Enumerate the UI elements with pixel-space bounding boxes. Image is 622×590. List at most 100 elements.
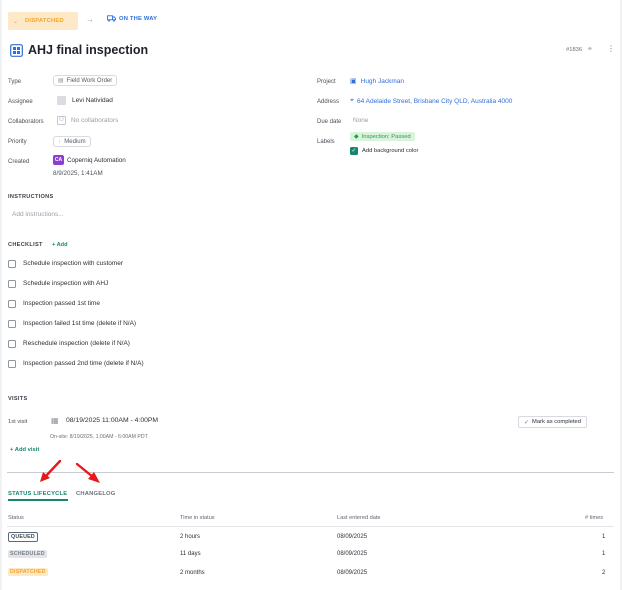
column-header-times: # times [585, 515, 604, 521]
mark-completed-button[interactable]: ✓ Mark as completed [518, 416, 588, 428]
checklist-item: Inspection passed 1st time [23, 300, 100, 307]
priority-chip[interactable]: ↑ Medium [53, 136, 91, 147]
checked-checkbox[interactable]: ✓ [350, 147, 358, 155]
time-in-status: 11 days [180, 551, 201, 557]
due-date-value[interactable]: None [353, 117, 369, 124]
status-badge: SCHEDULED [8, 550, 47, 558]
labels-label: Labels [317, 139, 335, 145]
checklist-heading: CHECKLIST [8, 242, 43, 248]
arrow-right-icon: → [86, 15, 94, 24]
checklist-checkbox[interactable] [8, 260, 16, 268]
check-icon: ✓ [524, 419, 530, 426]
project-link[interactable]: ▣ Hugh Jackman [350, 77, 404, 86]
created-avatar: CA [53, 155, 64, 165]
label-tag-text: Inspection: Passed [361, 133, 411, 140]
priority-value: Medium [64, 138, 86, 145]
visit-onsite: On-site: 8/19/2025, 1:00AM - 6:00AM PDT [50, 434, 148, 440]
checklist-item: Inspection passed 2nd time (delete if N/… [23, 360, 144, 367]
checklist-checkbox[interactable] [8, 280, 16, 288]
tag-icon: ◆ [354, 134, 359, 140]
avatar [57, 96, 66, 105]
status-badge: DISPATCHED [8, 568, 48, 576]
times-count: 2 [602, 570, 606, 576]
checklist-item: Inspection failed 1st time (delete if N/… [23, 320, 137, 327]
current-status: DISPATCHED [25, 18, 64, 24]
checklist-checkbox[interactable] [8, 320, 16, 328]
instructions-input[interactable]: Add instructions... [12, 211, 64, 218]
last-entered-date: 08/09/2025 [337, 534, 368, 540]
checklist-checkbox[interactable] [8, 360, 16, 368]
created-label: Created [8, 159, 30, 165]
briefcase-icon: ▣ [350, 78, 357, 85]
annotation-arrow-icon [76, 463, 100, 483]
checklist-item: Schedule inspection with customer [23, 260, 124, 267]
checklist-item: Schedule inspection with AHJ [23, 280, 109, 287]
table-row [7, 530, 614, 544]
priority-label: Priority [8, 139, 27, 145]
visit-datetime[interactable]: 08/19/2025 11:00AM - 4:00PM [66, 417, 158, 424]
link-icon[interactable]: ⚭ [587, 45, 593, 53]
time-in-status: 2 hours [180, 534, 201, 540]
assignee-field[interactable]: Levi Natividad [57, 96, 113, 105]
work-order-id: #1836 [566, 47, 583, 53]
time-in-status: 2 months [180, 570, 205, 576]
work-order-panel [2, 4, 620, 590]
collaborators-field[interactable]: ⚇ No collaborators [57, 116, 118, 125]
created-date: 8/9/2025, 1:41AM [53, 170, 103, 177]
tab-changelog[interactable]: CHANGELOG [76, 491, 115, 497]
visit-label: 1st visit [8, 419, 28, 425]
column-header-date: Last entered date [337, 515, 381, 521]
collaborators-label: Collaborators [8, 119, 44, 125]
type-value: Field Work Order [66, 77, 113, 84]
table-row [7, 566, 614, 580]
last-entered-date: 08/09/2025 [337, 570, 368, 576]
times-count: 1 [602, 534, 606, 540]
arrow-up-icon: ↑ [58, 138, 62, 145]
label-tag[interactable]: ◆ Inspection: Passed [350, 132, 415, 141]
status-badge: QUEUED [8, 532, 38, 542]
background-color-checkbox-row[interactable]: ✓ Add background color [350, 147, 418, 155]
address-value: 64 Adelaide Street, Brisbane City QLD, A… [356, 97, 513, 105]
user-icon: ⚇ [57, 116, 66, 125]
mark-completed-label: Mark as completed [532, 419, 582, 425]
type-label: Type [8, 79, 22, 85]
project-label: Project [317, 79, 336, 85]
checklist-item: Reschedule inspection (delete if N/A) [23, 340, 130, 347]
created-by: Coperniq Automation [67, 157, 126, 164]
times-count: 1 [602, 551, 606, 557]
type-chip[interactable]: ▤ Field Work Order [53, 75, 118, 86]
assignee-label: Assignee [8, 99, 33, 105]
tab-active-underline [8, 499, 68, 501]
annotation-arrow-icon [40, 460, 62, 482]
collaborators-value: No collaborators [71, 117, 119, 124]
checklist-add-button[interactable]: + Add [52, 242, 68, 248]
checklist-checkbox[interactable] [8, 300, 16, 308]
work-order-icon [10, 44, 23, 57]
visits-heading: VISITS [8, 396, 28, 402]
truck-icon [107, 15, 116, 22]
background-color-label: Add background color [362, 148, 419, 154]
document-icon: ▤ [58, 78, 64, 84]
table-header-divider [7, 526, 614, 527]
column-header-status: Status [8, 515, 24, 521]
map-pin-icon: ⌖ [350, 97, 354, 104]
more-options-icon[interactable]: ⋮ [607, 44, 615, 53]
last-entered-date: 08/09/2025 [337, 551, 368, 557]
status-dropdown[interactable]: ⌄ DISPATCHED [8, 12, 78, 30]
checklist-checkbox[interactable] [8, 340, 16, 348]
due-date-label: Due date [317, 119, 342, 125]
column-header-time: Time in status [180, 515, 215, 521]
tab-status-lifecycle[interactable]: STATUS LIFECYCLE [8, 491, 67, 497]
project-value: Hugh Jackman [360, 77, 404, 85]
table-row [7, 548, 614, 562]
page-title: AHJ final inspection [28, 43, 149, 57]
chevron-down-icon: ⌄ [13, 18, 19, 25]
address-link[interactable]: ⌖ 64 Adelaide Street, Brisbane City QLD,… [350, 97, 512, 105]
next-status-button[interactable]: ON THE WAY [107, 15, 157, 22]
add-visit-button[interactable]: + Add visit [10, 447, 39, 453]
next-status-label: ON THE WAY [119, 15, 158, 22]
assignee-value: Levi Natividad [72, 97, 113, 104]
calendar-icon: ▦ [51, 416, 59, 425]
address-label: Address [317, 99, 340, 105]
instructions-heading: INSTRUCTIONS [8, 194, 54, 200]
